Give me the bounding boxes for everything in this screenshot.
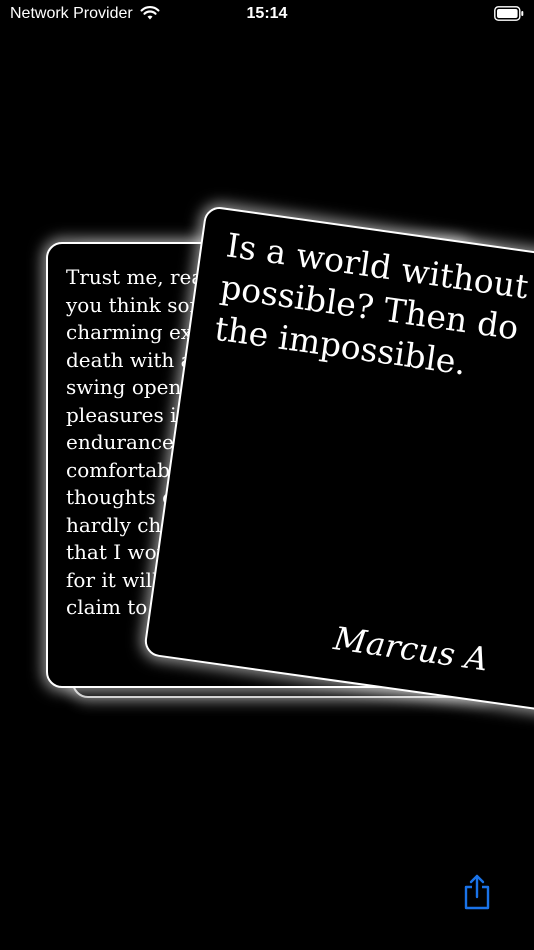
status-bar: Network Provider 15:14 (0, 0, 534, 30)
quote-author: Marcus A (331, 619, 491, 679)
clock: 15:14 (246, 5, 288, 22)
share-icon[interactable] (462, 874, 492, 910)
front-quote-text: Is a world without possible? Then do the… (212, 224, 534, 407)
quote-card-front[interactable]: Is a world without possible? Then do the… (142, 205, 534, 715)
battery-icon (494, 6, 524, 21)
